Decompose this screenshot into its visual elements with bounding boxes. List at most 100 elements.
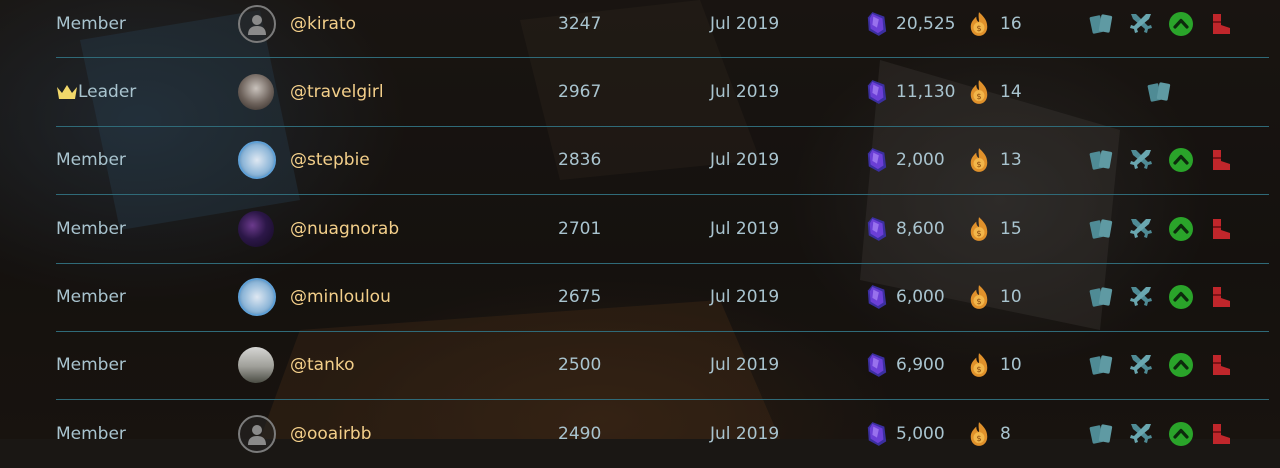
coin-flame-icon — [968, 79, 990, 105]
coin-flame-icon — [968, 11, 990, 37]
member-reputation-text: 2836 — [558, 150, 602, 171]
member-joined-date: Jul 2019 — [710, 0, 779, 57]
member-username[interactable]: @stepbie — [290, 127, 370, 194]
crossed-swords-icon[interactable] — [1128, 147, 1154, 173]
member-reputation-text: 2675 — [558, 287, 602, 308]
member-joined-date: Jul 2019 — [710, 332, 779, 399]
crossed-swords-icon[interactable] — [1128, 216, 1154, 242]
member-username-text[interactable]: @tanko — [290, 355, 355, 375]
gem-icon — [866, 216, 888, 242]
kick-boot-icon[interactable] — [1208, 147, 1234, 173]
member-username-text[interactable]: @kirato — [290, 14, 356, 34]
member-gems: 5,000 — [866, 400, 945, 467]
promote-chevron-up-icon[interactable] — [1168, 421, 1194, 447]
user-silhouette-icon — [248, 424, 266, 445]
member-reputation: 2836 — [558, 127, 601, 194]
promote-chevron-up-icon[interactable] — [1168, 147, 1194, 173]
member-coins: 16 — [968, 0, 1022, 57]
table-row: Member @minloulou 2675 Jul 2019 6,000 10 — [56, 264, 1269, 332]
member-actions — [1088, 400, 1234, 467]
member-username-text[interactable]: @minloulou — [290, 287, 391, 307]
member-avatar-cell — [238, 0, 276, 57]
member-username-text[interactable]: @stepbie — [290, 150, 370, 170]
member-role-label: Member — [56, 423, 126, 444]
member-actions — [1088, 332, 1234, 399]
member-gems-value: 5,000 — [896, 423, 945, 444]
table-row: Member @stepbie 2836 Jul 2019 2,000 13 — [56, 127, 1269, 196]
member-gems-value: 11,130 — [896, 81, 956, 102]
landscape-avatar[interactable] — [238, 347, 274, 384]
cards-icon[interactable] — [1088, 284, 1114, 310]
cards-icon[interactable] — [1088, 352, 1114, 378]
member-joined-date-text: Jul 2019 — [710, 218, 780, 239]
cards-icon[interactable] — [1088, 421, 1114, 447]
crossed-swords-icon[interactable] — [1128, 284, 1154, 310]
promote-chevron-up-icon[interactable] — [1168, 11, 1194, 37]
member-username-text[interactable]: @ooairbb — [290, 424, 372, 444]
member-joined-date-text: Jul 2019 — [710, 423, 780, 444]
member-avatar-cell — [238, 264, 276, 331]
member-role-label: Leader — [78, 81, 137, 102]
member-role-label: Member — [56, 218, 126, 239]
kick-boot-icon[interactable] — [1208, 11, 1234, 37]
member-coins-value: 13 — [1000, 150, 1022, 171]
kick-boot-icon[interactable] — [1208, 216, 1234, 242]
member-reputation: 2701 — [558, 195, 601, 262]
member-reputation-text: 2967 — [558, 81, 602, 102]
table-row: Leader @travelgirl 2967 Jul 2019 11,130 14 — [56, 58, 1269, 127]
member-actions — [1146, 58, 1172, 125]
member-reputation-text: 2490 — [558, 423, 602, 444]
member-role: Member — [56, 195, 126, 262]
member-reputation-text: 3247 — [558, 13, 602, 34]
coin-flame-icon — [968, 147, 990, 173]
promote-chevron-up-icon[interactable] — [1168, 352, 1194, 378]
default-avatar[interactable] — [238, 4, 276, 43]
cards-icon[interactable] — [1088, 216, 1114, 242]
cards-icon[interactable] — [1088, 11, 1114, 37]
member-username-text[interactable]: @travelgirl — [290, 82, 384, 102]
member-gems-value: 20,525 — [896, 13, 956, 34]
member-username[interactable]: @nuagnorab — [290, 195, 399, 262]
member-role-label: Member — [56, 287, 126, 308]
member-username[interactable]: @kirato — [290, 0, 356, 57]
member-gems-value: 6,900 — [896, 355, 945, 376]
member-username[interactable]: @travelgirl — [290, 58, 384, 125]
member-reputation-text: 2500 — [558, 355, 602, 376]
crossed-swords-icon[interactable] — [1128, 421, 1154, 447]
kick-boot-icon[interactable] — [1208, 352, 1234, 378]
kick-boot-icon[interactable] — [1208, 284, 1234, 310]
crossed-swords-icon[interactable] — [1128, 11, 1154, 37]
member-reputation-text: 2701 — [558, 218, 602, 239]
member-role: Member — [56, 127, 126, 194]
cards-icon[interactable] — [1146, 79, 1172, 105]
gem-icon — [866, 11, 888, 37]
cards-icon[interactable] — [1088, 147, 1114, 173]
table-row: Member @tanko 2500 Jul 2019 6,900 10 — [56, 332, 1269, 401]
member-username-text[interactable]: @nuagnorab — [290, 219, 399, 239]
member-username[interactable]: @ooairbb — [290, 400, 372, 467]
member-role-label: Member — [56, 13, 126, 34]
promote-chevron-up-icon[interactable] — [1168, 216, 1194, 242]
default-avatar[interactable] — [238, 414, 276, 453]
promote-chevron-up-icon[interactable] — [1168, 284, 1194, 310]
photo-avatar[interactable] — [238, 73, 274, 110]
member-role-label: Member — [56, 150, 126, 171]
galaxy-avatar[interactable] — [238, 210, 274, 247]
member-role: Leader — [56, 58, 136, 125]
member-joined-date-text: Jul 2019 — [710, 13, 780, 34]
crossed-swords-icon[interactable] — [1128, 352, 1154, 378]
member-avatar-cell — [238, 400, 276, 467]
member-avatar-cell — [238, 58, 274, 125]
member-actions — [1088, 264, 1234, 331]
member-joined-date-text: Jul 2019 — [710, 355, 780, 376]
cartoon-avatar[interactable] — [238, 278, 276, 317]
member-role: Member — [56, 264, 126, 331]
member-username[interactable]: @tanko — [290, 332, 355, 399]
member-reputation: 2490 — [558, 400, 601, 467]
member-joined-date-text: Jul 2019 — [710, 81, 780, 102]
member-joined-date: Jul 2019 — [710, 58, 779, 125]
member-username[interactable]: @minloulou — [290, 264, 391, 331]
cartoon-avatar[interactable] — [238, 141, 276, 180]
table-row: Member @ooairbb 2490 Jul 2019 5,000 8 — [56, 400, 1269, 467]
kick-boot-icon[interactable] — [1208, 421, 1234, 447]
